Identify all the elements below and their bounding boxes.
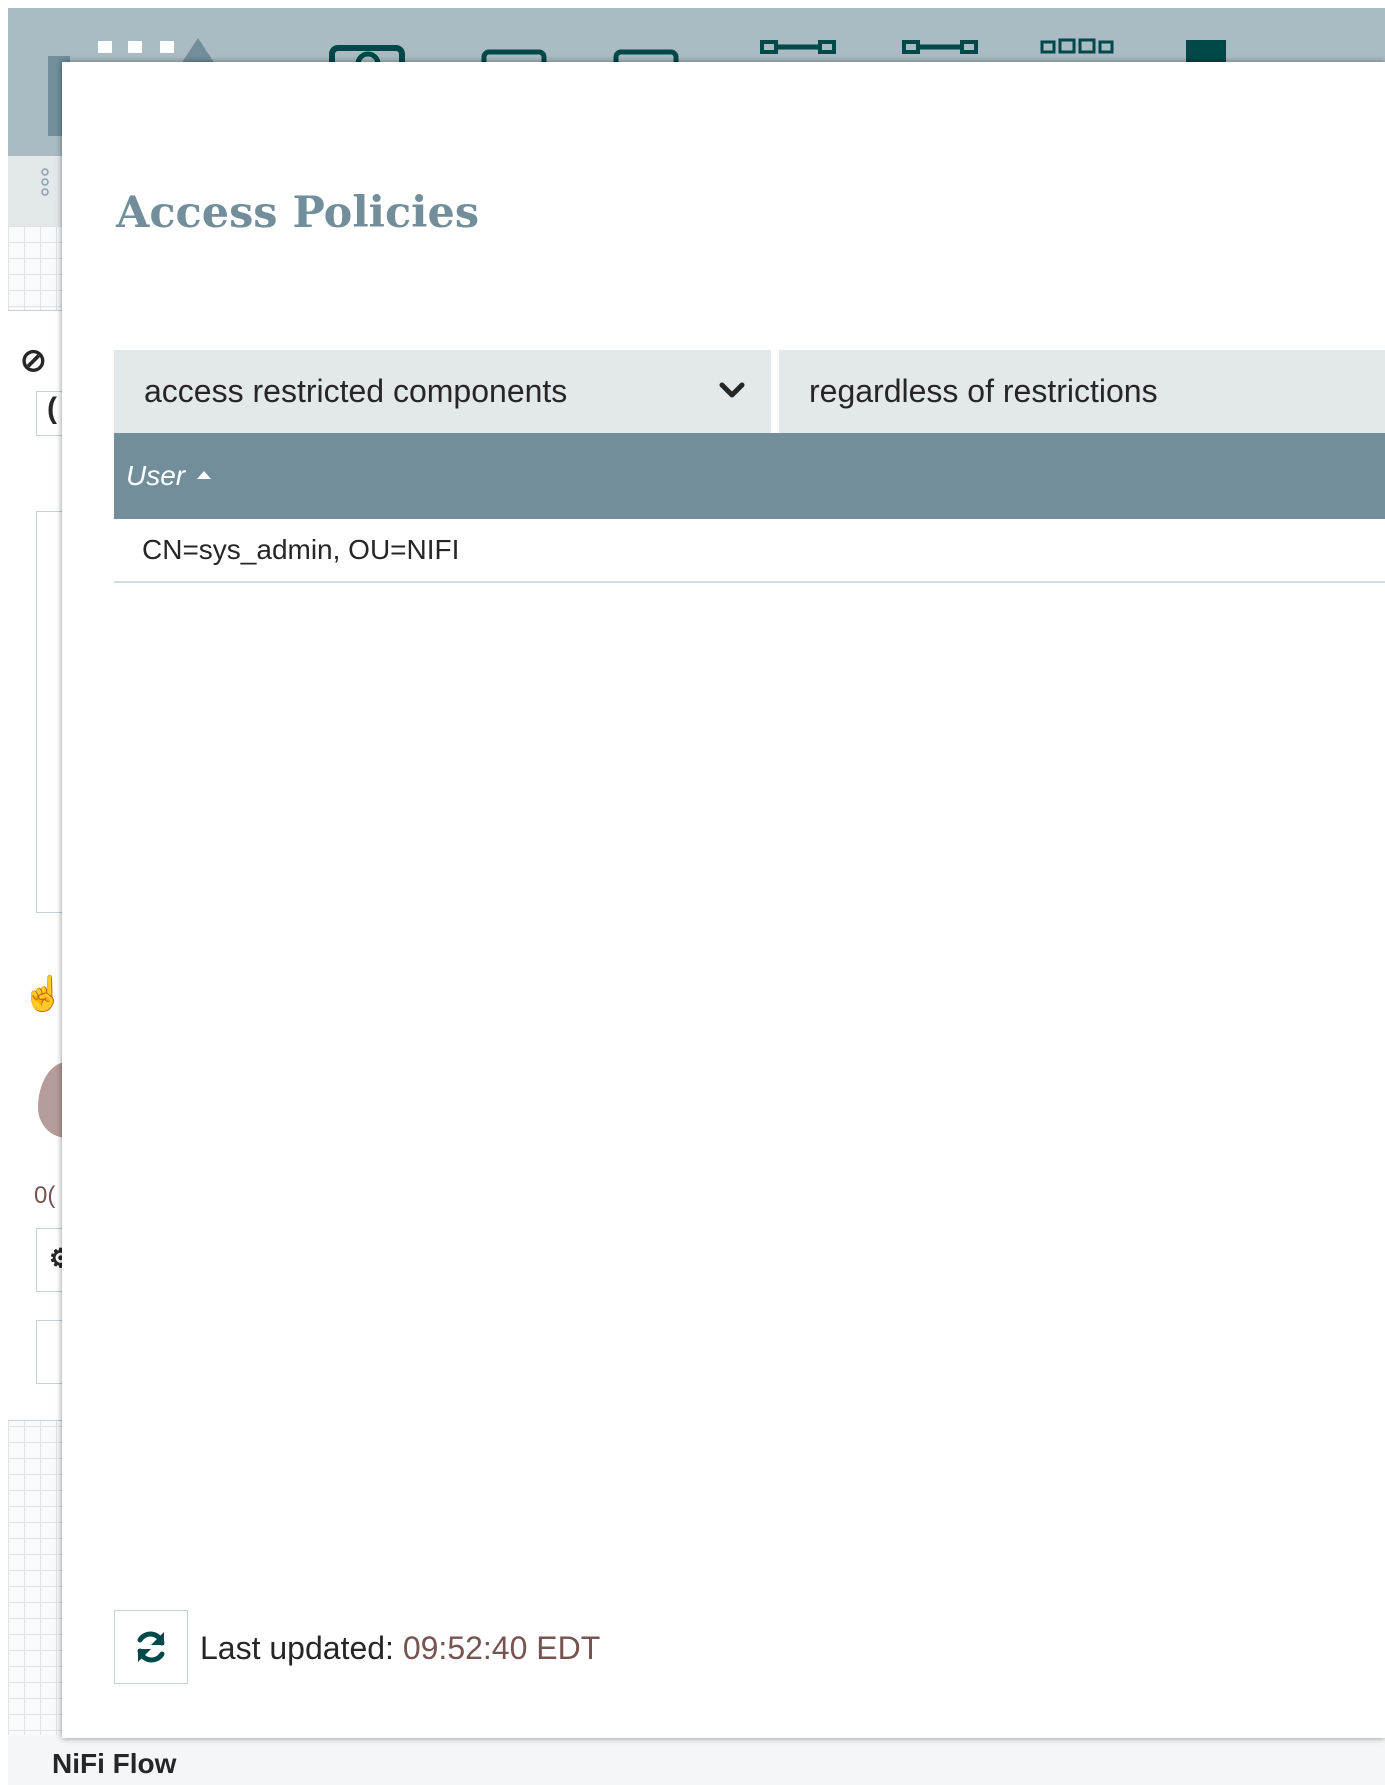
policy-type-select[interactable]: access restricted components (114, 350, 771, 433)
flow-name: NiFi Flow (52, 1748, 177, 1779)
last-updated-status: Last updated: 09:52:40 EDT (200, 1630, 600, 1667)
column-header-user[interactable]: User (114, 433, 1385, 519)
restriction-select[interactable]: regardless of restrictions (779, 350, 1385, 433)
drag-handle-icon (41, 168, 49, 196)
operate-selection-label: 0( (34, 1182, 56, 1209)
hand-pointer-icon: ☝ (22, 975, 65, 1013)
user-cell: CN=sys_admin, OU=NIFI (142, 534, 460, 565)
sort-ascending-icon (197, 470, 212, 479)
compass-icon: ⊘ (20, 342, 47, 378)
refresh-button[interactable] (114, 1610, 188, 1684)
refresh-icon (137, 1631, 165, 1663)
last-updated-label: Last updated: (200, 1630, 394, 1666)
access-policies-dialog: Access Policies access restricted compon… (62, 62, 1385, 1738)
chevron-down-icon (719, 382, 745, 398)
policy-users-table: User CN=sys_admin, OU=NIFI (114, 433, 1385, 583)
restriction-value: regardless of restrictions (809, 373, 1158, 409)
last-updated-timestamp: 09:52:40 EDT (402, 1630, 601, 1666)
column-header-label: User (126, 460, 186, 491)
table-row[interactable]: CN=sys_admin, OU=NIFI (114, 519, 1385, 583)
policy-type-value: access restricted components (144, 373, 568, 409)
policy-selector-row: access restricted components regardless … (114, 350, 1385, 433)
dialog-title: Access Policies (116, 188, 480, 238)
